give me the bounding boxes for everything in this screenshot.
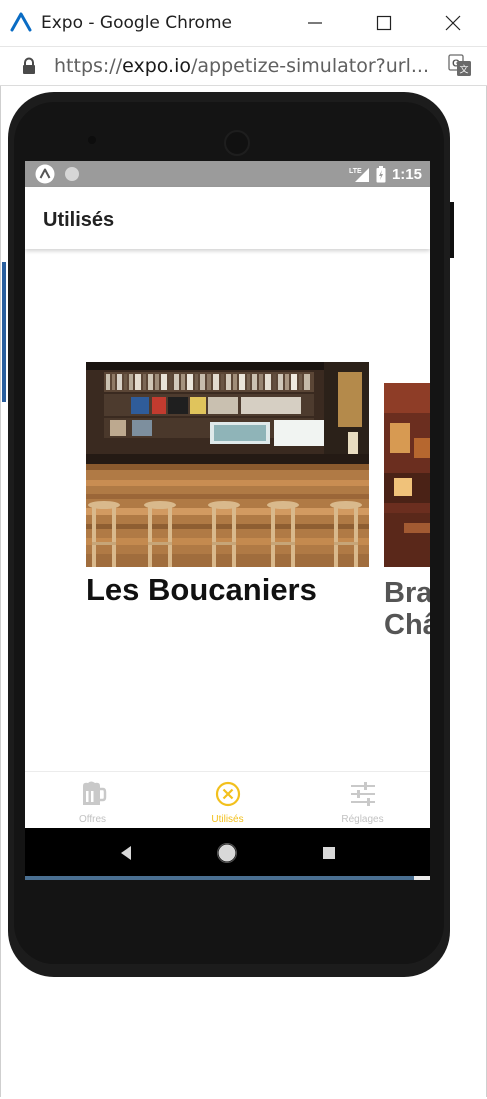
status-bar: LTE 1:15 xyxy=(25,161,430,187)
page-title: Utilisés xyxy=(43,209,115,231)
phone-side-button xyxy=(450,202,454,258)
side-scroll-edge xyxy=(2,262,6,402)
tab-reglages[interactable]: Réglages xyxy=(295,772,430,828)
maximize-button[interactable] xyxy=(366,8,402,38)
tab-label: Réglages xyxy=(341,814,384,825)
expo-status-icon xyxy=(35,164,55,184)
bar-interior-image xyxy=(86,362,369,567)
battery-icon xyxy=(376,165,386,182)
url-path: /appetize-simulator?url... xyxy=(191,55,429,77)
brasserie-image xyxy=(384,383,430,567)
camera-icon xyxy=(88,136,96,144)
place-title: Les Boucaniers xyxy=(86,572,317,607)
beer-mug-icon xyxy=(83,781,107,805)
app-header: Utilisés xyxy=(25,187,430,249)
notification-dot-icon xyxy=(65,167,79,181)
status-indicators: LTE 1:15 xyxy=(348,165,422,183)
expo-logo-icon xyxy=(10,12,32,32)
tab-label: Utilisés xyxy=(211,814,244,825)
sliders-icon xyxy=(351,782,375,806)
window-title: Expo - Google Chrome xyxy=(41,13,232,33)
svg-text:LTE: LTE xyxy=(349,168,362,175)
android-nav-bar xyxy=(25,828,430,876)
device-screen: LTE 1:15 Utilisés Les Boucaniers Bra Ch … xyxy=(25,161,430,828)
url-scheme: https:// xyxy=(54,55,123,77)
place-card[interactable]: Les Boucaniers xyxy=(86,362,369,607)
signal-lte-icon: LTE xyxy=(349,168,369,182)
tab-utilises[interactable]: Utilisés xyxy=(160,772,295,828)
status-time: 1:15 xyxy=(391,165,422,183)
url-host: expo.io xyxy=(122,55,192,77)
bottom-tab-bar: Offres Utilisés Réglages xyxy=(25,771,430,828)
back-icon[interactable] xyxy=(116,842,138,864)
place-card[interactable]: Bra Châ xyxy=(384,383,430,641)
place-title: Bra Châ xyxy=(384,577,430,641)
home-icon[interactable] xyxy=(216,842,238,864)
lock-icon xyxy=(23,57,35,74)
url-text[interactable]: https://expo.io/appetize-simulator?url..… xyxy=(54,55,429,77)
translate-icon[interactable]: G 文 xyxy=(448,53,472,77)
simulator-progress-strip xyxy=(25,876,430,880)
address-bar[interactable]: https://expo.io/appetize-simulator?url..… xyxy=(0,47,487,86)
circle-x-icon xyxy=(215,781,241,807)
minimize-button[interactable] xyxy=(297,8,333,38)
tab-label: Offres xyxy=(78,814,107,825)
svg-text:文: 文 xyxy=(459,64,468,76)
speaker-icon xyxy=(224,130,250,156)
tab-offres[interactable]: Offres xyxy=(25,772,160,828)
close-icon xyxy=(445,15,461,31)
recents-icon[interactable] xyxy=(318,842,340,864)
close-button[interactable] xyxy=(435,8,471,38)
browser-title-bar: Expo - Google Chrome xyxy=(0,0,487,47)
maximize-icon xyxy=(376,15,392,31)
minimize-icon xyxy=(308,22,322,24)
